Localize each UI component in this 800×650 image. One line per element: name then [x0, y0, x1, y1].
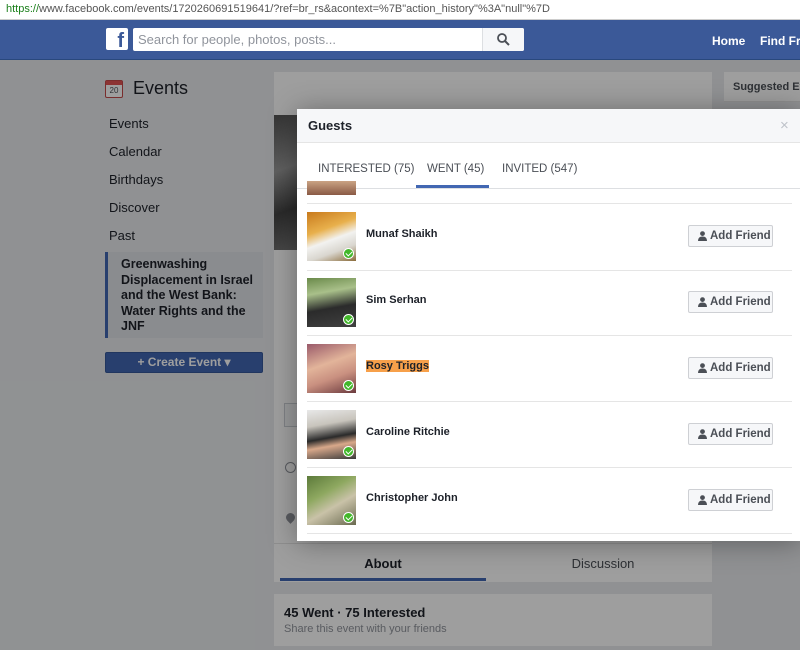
- add-friend-label: Add Friend: [710, 296, 771, 308]
- search-icon: [497, 33, 510, 46]
- address-bar[interactable]: https://www.facebook.com/events/17202606…: [0, 0, 800, 20]
- tab-went-underline: [416, 185, 489, 188]
- add-friend-icon: [698, 429, 707, 439]
- add-friend-button[interactable]: Add Friend: [688, 225, 773, 247]
- row-divider: [307, 533, 792, 534]
- avatar[interactable]: [307, 344, 356, 393]
- list-item: Caroline Ritchie Add Friend: [297, 402, 800, 468]
- list-item: Munaf Shaikh Add Friend: [297, 204, 800, 270]
- nav-find-friends-link[interactable]: Find Frie: [760, 34, 800, 48]
- dialog-header: Guests ×: [297, 109, 800, 143]
- tab-went[interactable]: WENT (45): [427, 163, 484, 175]
- add-friend-icon: [698, 231, 707, 241]
- add-friend-icon: [698, 297, 707, 307]
- went-check-icon: [343, 248, 354, 259]
- guest-name[interactable]: Munaf Shaikh: [366, 228, 438, 240]
- list-item: Rosy Triggs Add Friend: [297, 336, 800, 402]
- tab-invited[interactable]: INVITED (547): [502, 163, 577, 175]
- search-button[interactable]: [482, 28, 524, 51]
- facebook-logo-icon[interactable]: f: [106, 28, 128, 50]
- add-friend-label: Add Friend: [710, 230, 771, 242]
- went-check-icon: [343, 380, 354, 391]
- add-friend-label: Add Friend: [710, 362, 771, 374]
- list-item: Christopher John Add Friend: [297, 468, 800, 534]
- dialog-title: Guests: [308, 118, 353, 133]
- list-item: Sim Serhan Add Friend: [297, 270, 800, 336]
- nav-home-link[interactable]: Home: [712, 34, 745, 48]
- went-check-icon: [343, 512, 354, 523]
- url-path: www.facebook.com/events/1720260691519641…: [39, 3, 550, 15]
- went-check-icon: [343, 446, 354, 457]
- went-check-icon: [343, 314, 354, 325]
- add-friend-button[interactable]: Add Friend: [688, 291, 773, 313]
- add-friend-button[interactable]: Add Friend: [688, 423, 773, 445]
- guest-name[interactable]: Sim Serhan: [366, 294, 427, 306]
- search-box: [133, 28, 524, 51]
- add-friend-label: Add Friend: [710, 428, 771, 440]
- avatar[interactable]: [307, 278, 356, 327]
- url-protocol: https://: [6, 3, 40, 15]
- add-friend-label: Add Friend: [710, 494, 771, 506]
- guest-name[interactable]: Rosy Triggs: [366, 360, 429, 372]
- tab-interested[interactable]: INTERESTED (75): [318, 163, 415, 175]
- avatar[interactable]: [307, 410, 356, 459]
- add-friend-icon: [698, 363, 707, 373]
- top-nav-bar: f Home Find Frie: [0, 20, 800, 60]
- guest-name[interactable]: Christopher John: [366, 492, 458, 504]
- add-friend-button[interactable]: Add Friend: [688, 357, 773, 379]
- avatar[interactable]: [307, 212, 356, 261]
- guests-dialog: Guests × INTERESTED (75) WENT (45) INVIT…: [297, 109, 800, 541]
- add-friend-button[interactable]: Add Friend: [688, 489, 773, 511]
- avatar[interactable]: [307, 476, 356, 525]
- search-input[interactable]: [133, 28, 483, 51]
- avatar[interactable]: [307, 181, 356, 195]
- guest-name-highlight: Rosy Triggs: [366, 360, 429, 372]
- close-icon[interactable]: ×: [780, 117, 789, 134]
- guest-list[interactable]: Munaf Shaikh Add Friend Sim Serhan Add F…: [297, 181, 800, 541]
- add-friend-icon: [698, 495, 707, 505]
- guest-name[interactable]: Caroline Ritchie: [366, 426, 450, 438]
- guest-tabs: INTERESTED (75) WENT (45) INVITED (547): [297, 143, 800, 189]
